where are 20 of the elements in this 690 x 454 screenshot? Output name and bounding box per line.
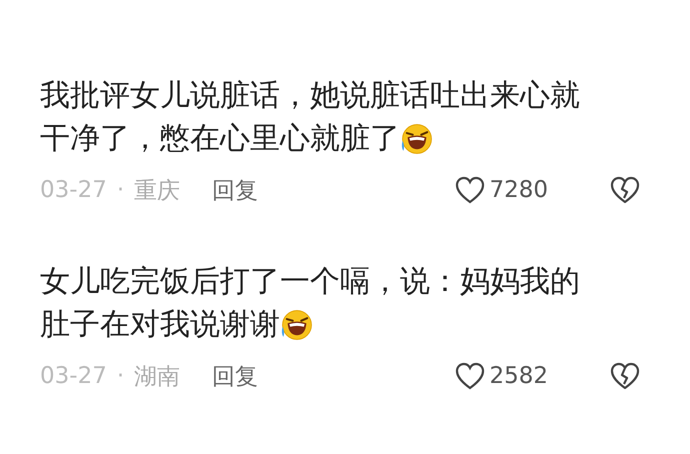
like-count: 2582 xyxy=(489,363,548,389)
laughing-emoji-icon xyxy=(400,122,434,156)
laughing-emoji-icon xyxy=(280,308,314,342)
reply-link[interactable]: 回复 xyxy=(212,360,258,392)
comment-location: 湖南 xyxy=(134,362,180,392)
comment-date: 03-27 xyxy=(40,363,107,389)
comment-text: 干净了，憋在心里心就脏了 xyxy=(40,120,400,158)
broken-heart-icon[interactable] xyxy=(610,176,640,204)
comment-text: 肚子在对我说谢谢 xyxy=(40,306,280,344)
reply-link[interactable]: 回复 xyxy=(212,174,258,206)
separator-dot: · xyxy=(116,363,124,389)
like-count: 7280 xyxy=(489,177,548,203)
comment-text: 女儿吃完饭后打了一个嗝，说：妈妈我的 xyxy=(40,263,580,301)
comment-text: 我批评女儿说脏话，她说脏话吐出来心就 xyxy=(40,77,580,115)
comment-date: 03-27 xyxy=(40,177,107,203)
heart-icon[interactable] xyxy=(455,362,486,390)
broken-heart-icon[interactable] xyxy=(610,362,640,390)
heart-icon[interactable] xyxy=(455,176,486,204)
comment-location: 重庆 xyxy=(134,176,180,206)
separator-dot: · xyxy=(116,177,124,203)
